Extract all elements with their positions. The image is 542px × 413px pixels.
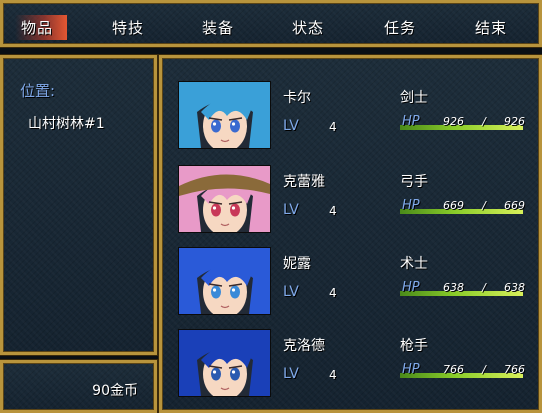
character-portrait — [178, 329, 271, 397]
hp-separator: / — [482, 115, 486, 128]
hp-label: HP — [402, 362, 420, 377]
menu-item-skills[interactable]: 特技 — [112, 17, 144, 38]
party-member[interactable]: 妮露 LV 4 术士 HP 638 / 638 — [175, 247, 535, 315]
menu-item-quests[interactable]: 任务 — [384, 17, 416, 38]
character-portrait — [178, 81, 271, 149]
hp-label: HP — [402, 280, 420, 295]
hp-separator: / — [482, 363, 486, 376]
hp-current: 766 — [443, 363, 464, 376]
hp-max: 669 — [504, 199, 525, 212]
hp-current: 926 — [443, 115, 464, 128]
hp-current: 638 — [443, 281, 464, 294]
hp-values: 766 / 766 — [443, 363, 525, 376]
hp-values: 669 / 669 — [443, 199, 525, 212]
command-menu: 物品 特技 装备 状态 任务 结束 — [0, 0, 542, 47]
level-value: 4 — [329, 120, 337, 134]
level-label: LV — [283, 118, 299, 134]
party-panel: 卡尔 LV 4 剑士 HP 926 / 926 克蕾雅 LV 4 弓手 HP 6… — [159, 55, 542, 413]
party-member[interactable]: 克洛德 LV 4 枪手 HP 766 / 766 — [175, 329, 535, 397]
character-class: 术士 — [400, 256, 428, 272]
hp-values: 638 / 638 — [443, 281, 525, 294]
hp-separator: / — [482, 281, 486, 294]
hp-values: 926 / 926 — [443, 115, 525, 128]
menu-item-items[interactable]: 物品 — [15, 15, 68, 40]
hp-current: 669 — [443, 199, 464, 212]
location-panel: 位置: 山村树林#1 — [0, 55, 157, 355]
hp-max: 766 — [504, 363, 525, 376]
level-value: 4 — [329, 204, 337, 218]
menu-item-status[interactable]: 状态 — [292, 17, 324, 38]
location-name: 山村树林#1 — [28, 116, 105, 132]
hp-separator: / — [482, 199, 486, 212]
character-name: 妮露 — [283, 256, 311, 272]
character-portrait — [178, 165, 271, 233]
hp-label: HP — [402, 114, 420, 129]
gold-panel: 90金币 — [0, 360, 157, 413]
location-label: 位置: — [20, 82, 56, 100]
character-class: 弓手 — [400, 174, 428, 190]
hp-max: 638 — [504, 281, 525, 294]
character-name: 克蕾雅 — [283, 174, 325, 190]
character-name: 克洛德 — [283, 338, 325, 354]
menu-item-end[interactable]: 结束 — [475, 17, 507, 38]
level-value: 4 — [329, 368, 337, 382]
party-member[interactable]: 克蕾雅 LV 4 弓手 HP 669 / 669 — [175, 165, 535, 233]
level-label: LV — [283, 366, 299, 382]
hp-max: 926 — [504, 115, 525, 128]
character-class: 枪手 — [400, 338, 428, 354]
level-label: LV — [283, 202, 299, 218]
character-name: 卡尔 — [283, 90, 311, 106]
party-member[interactable]: 卡尔 LV 4 剑士 HP 926 / 926 — [175, 81, 535, 149]
menu-item-equipment[interactable]: 装备 — [202, 17, 234, 38]
character-portrait — [178, 247, 271, 315]
hp-label: HP — [402, 198, 420, 213]
level-value: 4 — [329, 286, 337, 300]
gold-amount: 90金币 — [92, 383, 138, 399]
character-class: 剑士 — [400, 90, 428, 106]
level-label: LV — [283, 284, 299, 300]
